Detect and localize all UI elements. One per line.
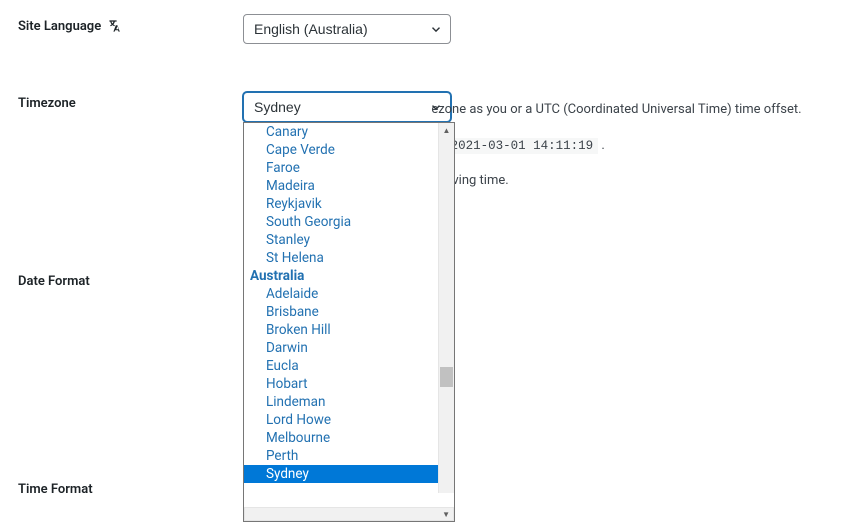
timezone-option[interactable]: Adelaide (244, 285, 438, 303)
scrollbar-track[interactable]: ▲ (438, 123, 454, 493)
timezone-option[interactable]: Brisbane (244, 303, 438, 321)
timezone-option[interactable]: Broken Hill (244, 321, 438, 339)
scroll-up-icon[interactable]: ▲ (439, 123, 454, 137)
scrollbar-thumb[interactable] (440, 367, 453, 387)
local-time-value: 2021-03-01 14:11:19 (446, 138, 599, 154)
timezone-option[interactable]: Perth (244, 447, 438, 465)
time-format-label-text: Time Format (18, 482, 93, 497)
site-language-label-text: Site Language (18, 19, 101, 34)
timezone-option[interactable]: Stanley (244, 231, 438, 249)
timezone-option[interactable]: Lord Howe (244, 411, 438, 429)
timezone-dropdown-scroll: ▲ CanaryCape VerdeFaroeMadeiraReykjavikS… (244, 123, 454, 507)
timezone-option[interactable]: Melbourne (244, 429, 438, 447)
time-format-label: Time Format (18, 478, 243, 497)
timezone-dropdown[interactable]: ▲ CanaryCape VerdeFaroeMadeiraReykjavikS… (243, 122, 455, 522)
timezone-option[interactable]: Lindeman (244, 393, 438, 411)
timezone-option[interactable]: Darwin (244, 339, 438, 357)
timezone-option[interactable]: Cape Verde (244, 141, 438, 159)
site-language-select[interactable]: English (Australia) (243, 14, 451, 44)
timezone-label: Timezone (18, 92, 243, 111)
timezone-desc-text: ezone as you or a UTC (Coordinated Unive… (431, 102, 801, 117)
time-format-row: Time Format (18, 478, 243, 497)
timezone-label-text: Timezone (18, 96, 76, 111)
timezone-option[interactable]: St Helena (244, 249, 438, 267)
date-format-label: Date Format (18, 270, 243, 289)
timezone-option[interactable]: Madeira (244, 177, 438, 195)
timezone-option[interactable]: South Georgia (244, 213, 438, 231)
date-format-row: Date Format (18, 270, 243, 289)
timezone-option[interactable]: Sydney (244, 465, 438, 483)
timezone-option[interactable]: Faroe (244, 159, 438, 177)
period: . (601, 138, 604, 153)
timezone-option[interactable]: Hobart (244, 375, 438, 393)
translate-icon (107, 18, 123, 34)
scroll-down-icon[interactable]: ▼ (244, 507, 454, 521)
site-language-select-wrap: English (Australia) (243, 14, 451, 44)
timezone-optgroup-label: Australia (244, 267, 438, 285)
date-format-label-text: Date Format (18, 274, 90, 289)
timezone-option[interactable]: Eucla (244, 357, 438, 375)
site-language-label: Site Language (18, 14, 243, 34)
site-language-row: Site Language English (Australia) (18, 14, 841, 44)
timezone-option[interactable]: Reykjavik (244, 195, 438, 213)
timezone-option[interactable]: Canary (244, 123, 438, 141)
